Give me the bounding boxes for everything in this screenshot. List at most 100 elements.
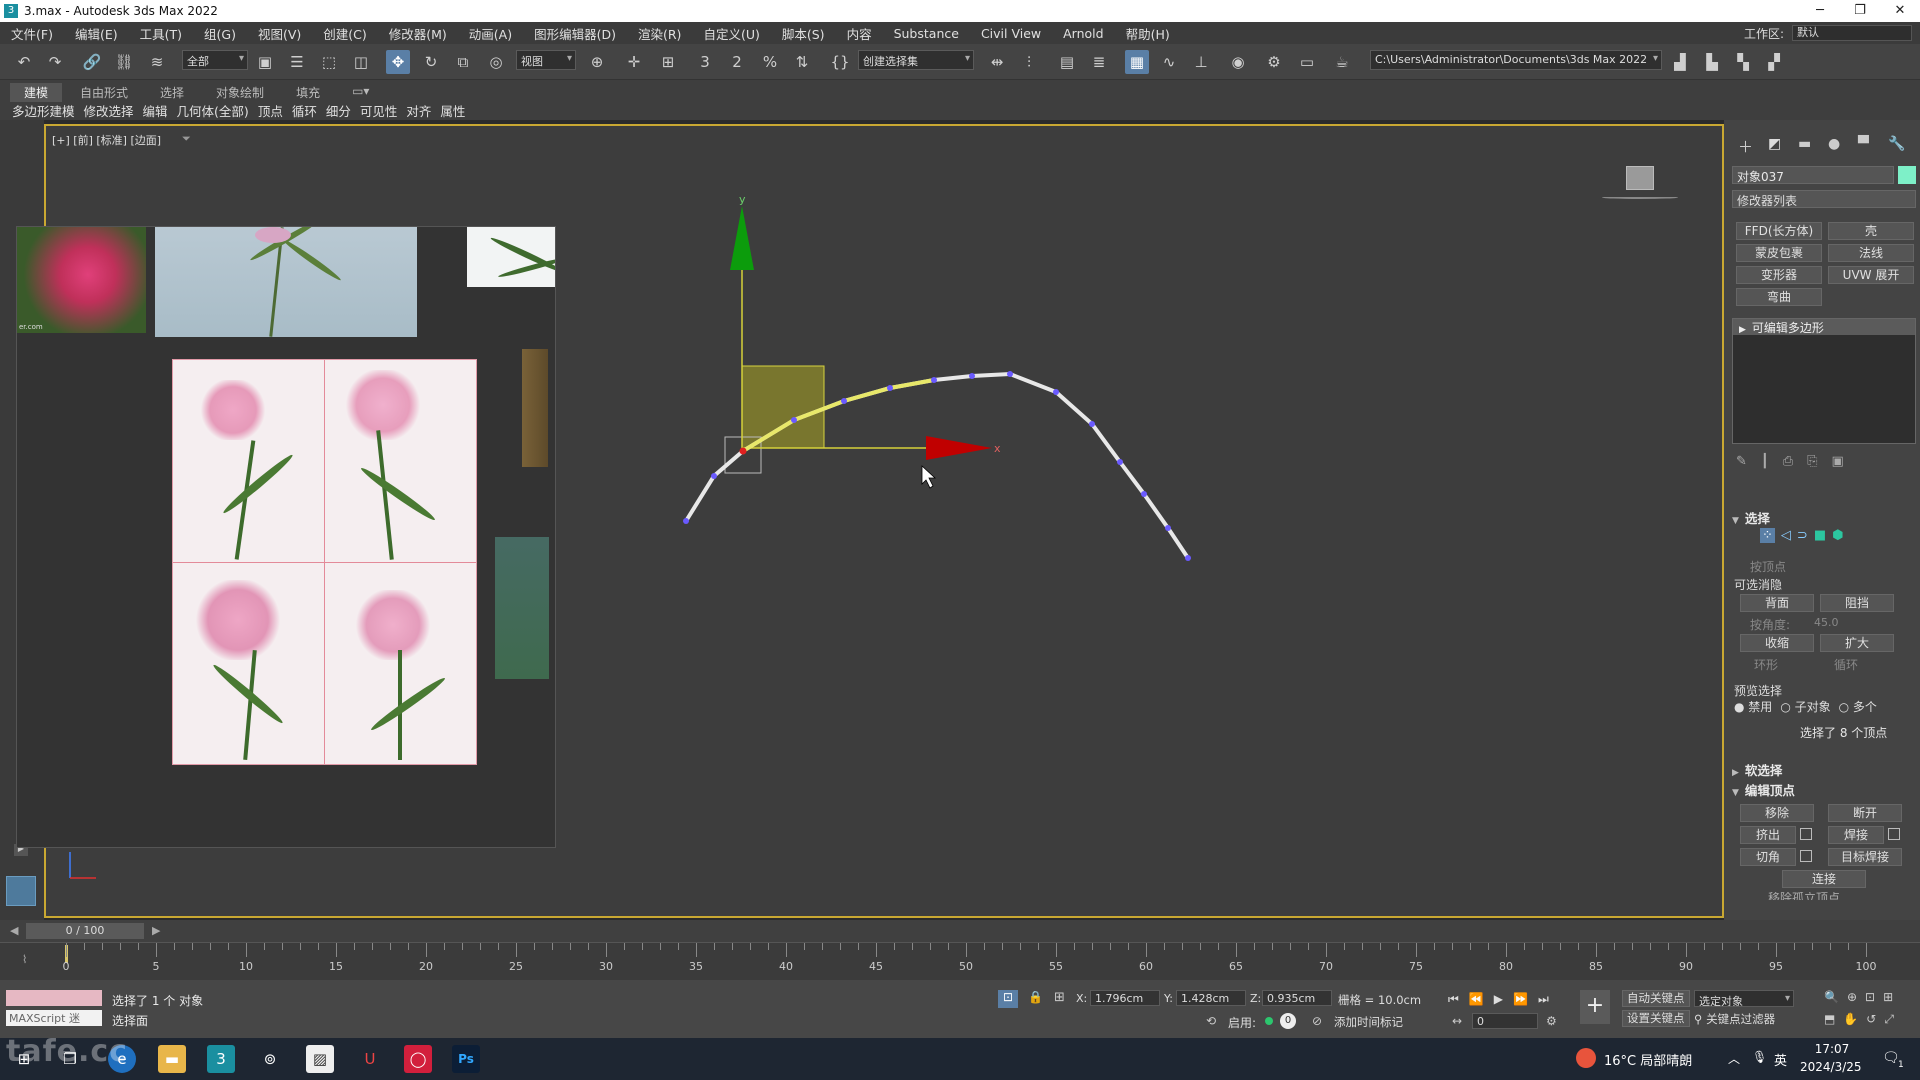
mirror-icon[interactable]: ⇹ (985, 50, 1009, 74)
bind-spacewarp-icon[interactable]: ≋ (145, 50, 169, 74)
loop-button[interactable]: 循环 (1834, 656, 1858, 673)
menu-group[interactable]: 组(G) (193, 24, 247, 43)
shell-button[interactable]: 壳 (1828, 222, 1914, 240)
weld-button[interactable]: 焊接 (1828, 826, 1884, 844)
rect-selection-icon[interactable]: ⬚ (317, 50, 341, 74)
menu-substance[interactable]: Substance (883, 26, 970, 41)
edge-level-icon[interactable]: ◁ (1781, 528, 1791, 543)
front-viewport[interactable]: [+] [前] [标准] [边面] ⏷ er.com y x (16, 124, 1724, 918)
display-tab-icon[interactable]: ▀ (1858, 136, 1869, 152)
stack-tools-icons[interactable]: ✎┃⎙⎘▣ (1736, 454, 1858, 469)
pivot-center-icon[interactable]: ⊕ (585, 50, 609, 74)
ribbon-sub-align[interactable]: 对齐 (406, 101, 431, 120)
menu-modifiers[interactable]: 修改器(M) (378, 24, 458, 43)
prev-frame-icon[interactable]: ◀ (10, 924, 18, 937)
goto-end-icon[interactable]: ⏭ (1538, 992, 1549, 1007)
microphone-icon[interactable]: 🎙 (1752, 1050, 1767, 1064)
magnet-app-icon[interactable]: U (356, 1045, 384, 1073)
angle-snap-icon[interactable]: 2 (725, 50, 749, 74)
viewport-layout-icon-4[interactable]: ▞ (1762, 50, 1786, 74)
ribbon-tab-object-paint[interactable]: 对象绘制 (202, 83, 278, 102)
pan-icon[interactable]: ✋ (1843, 1012, 1858, 1027)
file-explorer-icon[interactable]: ▬ (158, 1045, 186, 1073)
render-setup-icon[interactable]: ⚙ (1262, 50, 1286, 74)
zoom-extents-all-icon[interactable]: ⊞ (1883, 990, 1893, 1004)
key-mode-icon[interactable]: ✛ (622, 50, 646, 74)
key-mode-toggle-icon[interactable]: ↔ (1452, 1014, 1462, 1028)
spinner-snap-icon[interactable]: ⇅ (790, 50, 814, 74)
ime-indicator[interactable]: 英 (1774, 1050, 1787, 1069)
maximize-viewport-icon[interactable]: ⤢ (1884, 1012, 1894, 1027)
vertex-level-icon[interactable]: ⁘ (1760, 528, 1775, 543)
grow-button[interactable]: 扩大 (1820, 634, 1894, 652)
x-coordinate-field[interactable]: 1.796cm (1090, 990, 1160, 1006)
time-tag-icon[interactable]: ⊘ (1312, 1014, 1322, 1028)
placement-icon[interactable]: ◎ (484, 50, 508, 74)
time-slider-thumb[interactable]: 0 / 100 (26, 923, 144, 939)
toggle-ribbon-icon[interactable]: ▦ (1125, 50, 1149, 74)
extrude-settings-icon[interactable] (1800, 828, 1812, 840)
motion-tab-icon[interactable]: ● (1828, 136, 1840, 152)
recorder-app-icon[interactable]: ◯ (404, 1045, 432, 1073)
link-icon[interactable]: 🔗 (80, 50, 104, 74)
selection-rollout-header[interactable]: ▼ 选择 (1732, 508, 1770, 527)
chamfer-settings-icon[interactable] (1800, 850, 1812, 862)
key-filters-button[interactable]: ⚲ 关键点过滤器 (1694, 1011, 1775, 1027)
bend-button[interactable]: 弯曲 (1736, 288, 1822, 306)
current-frame-field[interactable]: 0 (1472, 1013, 1538, 1029)
photoshop-icon[interactable]: Ps (452, 1045, 480, 1073)
viewport-layout-icon-3[interactable]: ▚ (1731, 50, 1755, 74)
morpher-button[interactable]: 变形器 (1736, 266, 1822, 284)
snap-toggle-icon[interactable]: 3 (693, 50, 717, 74)
object-color-swatch[interactable] (1898, 166, 1916, 184)
ribbon-sub-polygon-modeling[interactable]: 多边形建模 (12, 101, 75, 120)
break-button[interactable]: 断开 (1828, 804, 1902, 822)
menu-animation[interactable]: 动画(A) (458, 24, 523, 43)
expand-icon[interactable]: ▶ (1739, 325, 1746, 335)
normal-button[interactable]: 法线 (1828, 244, 1914, 262)
lock-selection-icon[interactable]: 🔒 (1028, 990, 1043, 1004)
weather-text[interactable]: 16°C 局部晴朗 (1604, 1050, 1692, 1069)
rendered-frame-window-icon[interactable]: ▭ (1295, 50, 1319, 74)
prev-key-icon[interactable]: ⏪ (1469, 992, 1484, 1007)
select-rotate-icon[interactable]: ↻ (419, 50, 443, 74)
curve-editor-icon[interactable]: ∿ (1157, 50, 1181, 74)
angle-spinner[interactable]: 45.0 (1814, 616, 1839, 629)
menu-views[interactable]: 视图(V) (247, 24, 312, 43)
modifier-list-dropdown[interactable]: 修改器列表 (1732, 190, 1916, 208)
search-app-icon[interactable]: ⊚ (256, 1045, 284, 1073)
set-key-button[interactable]: 设置关键点 (1622, 1010, 1690, 1027)
time-slider[interactable]: ◀ 0 / 100 ▶ (0, 920, 1920, 942)
clock-time[interactable]: 17:07 (1806, 1042, 1858, 1056)
key-filter-select[interactable]: 选定对象 (1694, 990, 1794, 1007)
selection-filter-dropdown[interactable]: 全部 (182, 50, 248, 70)
select-move-icon[interactable]: ✥ (386, 50, 410, 74)
create-tab-icon[interactable]: ＋ (1738, 136, 1753, 157)
window-crossing-icon[interactable]: ◫ (349, 50, 373, 74)
by-vertex-checkbox[interactable]: 按顶点 (1750, 558, 1786, 575)
viewport-scene[interactable]: y x (46, 126, 1722, 916)
clock-date[interactable]: 2024/3/25 (1800, 1060, 1862, 1074)
percent-snap-icon[interactable]: % (758, 50, 782, 74)
edit-named-sets-icon[interactable]: {} (828, 50, 852, 74)
field-of-view-icon[interactable]: ⬒ (1824, 1012, 1835, 1027)
object-name-field[interactable]: 对象037 (1732, 166, 1894, 184)
select-scale-icon[interactable]: ⧉ (451, 50, 475, 74)
border-level-icon[interactable]: ⊃ (1797, 528, 1808, 543)
tray-chevron-icon[interactable]: ︿ (1728, 1050, 1740, 1067)
ribbon-sub-visibility[interactable]: 可见性 (360, 101, 398, 120)
select-object-icon[interactable]: ▣ (253, 50, 277, 74)
polygon-level-icon[interactable]: ■ (1814, 528, 1826, 543)
ribbon-tab-freeform[interactable]: 自由形式 (66, 83, 142, 102)
skin-wrap-button[interactable]: 蒙皮包裹 (1736, 244, 1822, 262)
enable-status-dot[interactable] (1265, 1017, 1273, 1025)
auto-key-button[interactable]: 自动关键点 (1622, 990, 1690, 1007)
absolute-mode-icon[interactable]: ⊞ (1054, 990, 1065, 1005)
ribbon-sub-vertices[interactable]: 顶点 (258, 101, 283, 120)
close-button[interactable]: ✕ (1880, 0, 1920, 22)
target-weld-button[interactable]: 目标焊接 (1828, 848, 1902, 866)
ribbon-tab-selection[interactable]: 选择 (146, 83, 198, 102)
minimize-button[interactable]: ─ (1800, 0, 1840, 22)
project-folder-dropdown[interactable]: C:\Users\Administrator\Documents\3ds Max… (1370, 50, 1662, 70)
chamfer-button[interactable]: 切角 (1740, 848, 1796, 866)
